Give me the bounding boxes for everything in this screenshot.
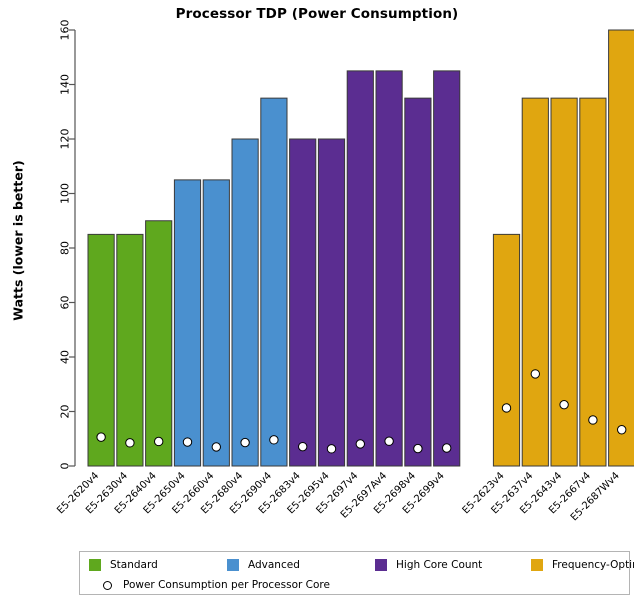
bar[interactable] — [116, 233, 144, 467]
legend-label: High Core Count — [396, 559, 483, 571]
y-tick-label: 120 — [59, 129, 72, 150]
per-core-marker[interactable] — [588, 415, 598, 425]
y-tick-label: 40 — [59, 350, 72, 364]
open-circle-icon — [103, 580, 112, 590]
y-tick-label: 160 — [59, 20, 72, 41]
y-tick-label: 140 — [59, 74, 72, 95]
per-core-marker[interactable] — [384, 436, 394, 446]
bar[interactable] — [492, 233, 521, 467]
bar[interactable] — [579, 97, 607, 467]
bar[interactable] — [145, 220, 173, 467]
legend-item-standard: Standard — [89, 557, 158, 573]
per-core-marker[interactable] — [355, 439, 365, 449]
per-core-marker[interactable] — [530, 369, 540, 379]
y-tick-label: 20 — [59, 405, 72, 419]
legend-label: Frequency-Optimized — [552, 559, 634, 571]
bar[interactable] — [550, 97, 578, 467]
per-core-marker[interactable] — [240, 437, 250, 448]
bar[interactable] — [231, 138, 259, 467]
legend-swatch-icon — [89, 559, 101, 571]
legend-color-row: Standard Advanced High Core Count Frequency… — [80, 552, 634, 576]
y-axis: 0 20 40 60 80 100 120 140 160 — [59, 20, 76, 470]
legend-swatch-icon — [531, 559, 543, 571]
per-core-marker[interactable] — [182, 437, 193, 447]
x-axis-labels: E5-2620v4E5-2630v4E5-2640v4E5-2650v4E5-2… — [55, 470, 622, 523]
bar[interactable] — [173, 179, 202, 467]
per-core-marker[interactable] — [269, 435, 279, 445]
y-tick-label: 0 — [59, 463, 72, 470]
per-core-marker[interactable] — [96, 432, 106, 442]
legend-swatch-icon — [375, 559, 387, 571]
bar[interactable] — [202, 179, 230, 467]
per-core-marker[interactable] — [559, 399, 569, 410]
per-core-marker[interactable] — [211, 442, 222, 452]
legend-marker-label: Power Consumption per Processor Core — [123, 579, 330, 591]
per-core-marker[interactable] — [326, 444, 337, 454]
bar[interactable] — [375, 70, 403, 467]
bar[interactable] — [317, 138, 346, 467]
per-core-marker[interactable] — [125, 438, 135, 448]
legend-item-frequency-optimized: Frequency-Optimized — [531, 557, 634, 573]
plot-area: 0 20 40 60 80 100 120 140 160 E5-2620v4E5-2630v4E… — [55, 20, 634, 523]
bar[interactable] — [260, 97, 288, 467]
bar[interactable] — [521, 97, 549, 467]
bar[interactable] — [608, 29, 634, 467]
chart-legend: Standard Advanced High Core Count Frequency… — [79, 551, 634, 595]
legend-marker-entry: Power Consumption per Processor Core — [101, 577, 330, 593]
per-core-marker[interactable] — [501, 403, 512, 413]
bar[interactable] — [87, 233, 115, 467]
legend-swatch-icon — [227, 559, 239, 571]
chart-container: Processor TDP (Power Consumption) Watts … — [0, 0, 634, 600]
bar[interactable] — [433, 70, 461, 467]
bar-series — [87, 29, 634, 467]
per-core-marker[interactable] — [154, 436, 164, 447]
per-core-marker[interactable] — [413, 443, 423, 454]
y-tick-label: 60 — [59, 296, 72, 310]
per-core-marker[interactable] — [442, 443, 452, 453]
per-core-marker[interactable] — [298, 441, 308, 452]
per-core-marker[interactable] — [617, 425, 627, 435]
bar[interactable] — [404, 97, 432, 467]
bar[interactable] — [289, 138, 317, 467]
legend-label: Advanced — [248, 559, 300, 571]
y-tick-label: 80 — [59, 241, 72, 255]
legend-item-advanced: Advanced — [227, 557, 300, 573]
y-tick-label: 100 — [59, 183, 72, 204]
bar[interactable] — [346, 70, 374, 467]
legend-label: Standard — [110, 559, 158, 571]
legend-item-high-core-count: High Core Count — [375, 557, 482, 573]
